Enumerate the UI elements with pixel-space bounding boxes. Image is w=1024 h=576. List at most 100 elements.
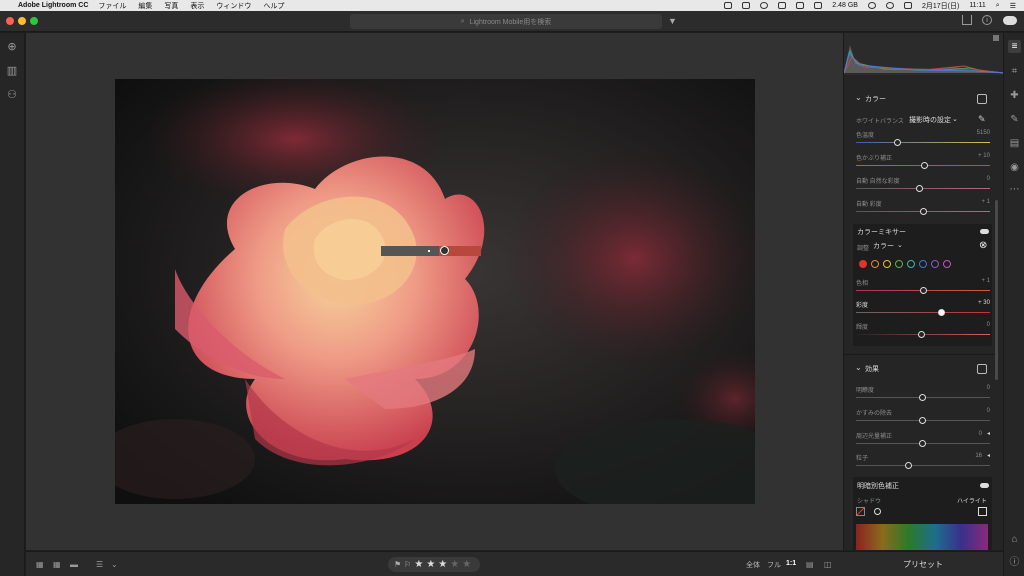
mixer-sat-value[interactable]: + 30	[978, 300, 990, 306]
minimize-window-icon[interactable]	[18, 17, 26, 25]
edit-sliders-icon[interactable]: ≡	[1008, 40, 1021, 53]
library-icon[interactable]: ▥	[6, 65, 18, 77]
color-mixer-toggle[interactable]	[980, 229, 989, 234]
effects-chevron-icon[interactable]: ⌄	[855, 363, 862, 372]
time-machine-icon[interactable]	[867, 2, 876, 9]
crop-icon[interactable]: ⌗	[1008, 65, 1021, 78]
dehaze-value[interactable]: 0	[987, 408, 990, 414]
highlight-swatch-icon[interactable]	[978, 507, 987, 516]
swatch-aqua[interactable]	[907, 260, 915, 268]
vibrance-slider[interactable]: 自動 自然な彩度 0	[856, 176, 990, 196]
star-2-icon[interactable]: ★	[426, 559, 435, 570]
color-section-title[interactable]: カラー	[865, 94, 886, 104]
grain-value[interactable]: 16	[975, 453, 982, 459]
menu-edit[interactable]: 編集	[138, 1, 152, 11]
star-3-icon[interactable]: ★	[438, 559, 447, 570]
presets-button[interactable]: プリセット	[843, 551, 1003, 576]
info-panel-icon[interactable]: ⓘ	[1008, 556, 1021, 569]
mixer-hue-thumb[interactable]	[920, 287, 927, 294]
dehaze-slider[interactable]: かすみの除去 0	[856, 408, 990, 428]
saturation-slider[interactable]: 自動 彩度 + 1	[856, 199, 990, 219]
tint-value[interactable]: + 10	[978, 153, 990, 159]
menu-view[interactable]: 表示	[190, 1, 204, 11]
vibrance-value[interactable]: 0	[987, 176, 990, 182]
clipping-icon[interactable]	[993, 35, 999, 41]
grain-thumb[interactable]	[905, 462, 912, 469]
mixer-lum-value[interactable]: 0	[987, 322, 990, 328]
menu-help[interactable]: ヘルプ	[263, 1, 284, 11]
eyedropper-icon[interactable]: ✎	[978, 114, 986, 125]
menu-photo[interactable]: 写真	[164, 1, 178, 11]
grid-large-icon[interactable]: ▦	[53, 560, 63, 569]
saturation-value[interactable]: + 1	[981, 199, 990, 205]
mixer-lum-slider[interactable]: 輝度 0	[856, 322, 990, 342]
wb-select[interactable]: 撮影時の設定	[909, 115, 951, 125]
temp-slider[interactable]: 色温度 5150	[856, 130, 990, 150]
temp-value[interactable]: 5150	[977, 130, 990, 136]
grain-expand-icon[interactable]: ◂	[987, 452, 990, 459]
color-section-chevron-icon[interactable]: ⌄	[855, 93, 862, 102]
clarity-thumb[interactable]	[919, 394, 926, 401]
compare-icon[interactable]: ▤	[806, 560, 816, 569]
close-window-icon[interactable]	[6, 17, 14, 25]
star-1-icon[interactable]: ★	[414, 559, 423, 570]
swatch-orange[interactable]	[871, 260, 879, 268]
zoom-window-icon[interactable]	[30, 17, 38, 25]
swatch-green[interactable]	[895, 260, 903, 268]
info-icon[interactable]: i	[982, 15, 992, 25]
vibrance-thumb[interactable]	[916, 185, 923, 192]
shadow-picker-icon[interactable]	[874, 508, 881, 515]
mixer-hue-slider[interactable]: 色相 + 1	[856, 278, 990, 298]
tray-app-icon[interactable]	[724, 2, 733, 9]
color-mixer-title[interactable]: カラーミキサー	[857, 227, 906, 237]
tray-cloud-icon[interactable]	[778, 2, 787, 9]
color-range-slider[interactable]	[381, 246, 481, 256]
mixer-sat-slider[interactable]: 彩度 + 30	[856, 300, 990, 320]
star-4-icon[interactable]: ★	[450, 559, 459, 570]
swatch-yellow[interactable]	[883, 260, 891, 268]
slider-knob[interactable]	[440, 246, 449, 255]
star-5-icon[interactable]: ★	[462, 559, 471, 570]
temp-thumb[interactable]	[894, 139, 901, 146]
swatch-purple[interactable]	[931, 260, 939, 268]
clarity-slider[interactable]: 明瞭度 0	[856, 385, 990, 405]
shadow-none-icon[interactable]	[856, 507, 865, 516]
tint-slider[interactable]: 色かぶり補正 + 10	[856, 153, 990, 173]
vignette-slider[interactable]: 周辺光量補正 0 ◂	[856, 431, 990, 451]
vignette-thumb[interactable]	[919, 440, 926, 447]
wb-chevron-icon[interactable]: ⌄	[952, 115, 958, 123]
linear-gradient-icon[interactable]: ▤	[1008, 137, 1021, 150]
share-icon[interactable]	[962, 15, 972, 25]
mixer-sat-thumb[interactable]	[938, 309, 945, 316]
vignette-value[interactable]: 0	[979, 431, 982, 437]
more-options-icon[interactable]: ⋯	[1008, 183, 1021, 196]
split-toning-title[interactable]: 明暗別色補正	[857, 481, 899, 491]
panel-scrollbar[interactable]	[995, 200, 998, 380]
split-toning-toggle[interactable]	[980, 483, 989, 488]
grid-small-icon[interactable]: ▦	[36, 560, 46, 569]
menubar-date[interactable]: 2月17日(日)	[922, 1, 959, 11]
tray-status-icon[interactable]	[760, 2, 769, 9]
split-toning-color-field[interactable]	[856, 524, 988, 550]
menu-list-icon[interactable]: ☰	[1010, 2, 1016, 10]
dehaze-thumb[interactable]	[919, 417, 926, 424]
sort-icon[interactable]: ☰	[96, 560, 106, 569]
tray-sync-icon[interactable]	[742, 2, 751, 9]
add-photos-icon[interactable]: ⊕	[6, 41, 18, 53]
tint-thumb[interactable]	[921, 162, 928, 169]
effects-preset-icon[interactable]	[977, 364, 987, 374]
cloud-sync-icon[interactable]	[1003, 16, 1017, 25]
flag-pick-icon[interactable]: ⚑	[394, 560, 401, 569]
photo-rose[interactable]	[115, 79, 755, 504]
spotlight-icon[interactable]: ⌕	[996, 2, 1000, 10]
people-icon[interactable]: ⚇	[6, 89, 18, 101]
flag-reject-icon[interactable]: ⚐	[404, 560, 411, 569]
brush-icon[interactable]: ✎	[1008, 113, 1021, 126]
app-name[interactable]: Adobe Lightroom CC	[18, 2, 88, 9]
mixer-adjust-select[interactable]: カラー	[873, 241, 894, 251]
battery-icon[interactable]	[903, 2, 912, 9]
zoom-fit-button[interactable]: 全体	[746, 560, 760, 570]
radial-gradient-icon[interactable]: ◉	[1008, 161, 1021, 174]
mixer-hue-value[interactable]: + 1	[981, 278, 990, 284]
target-adjust-icon[interactable]: ⊗	[979, 240, 987, 251]
